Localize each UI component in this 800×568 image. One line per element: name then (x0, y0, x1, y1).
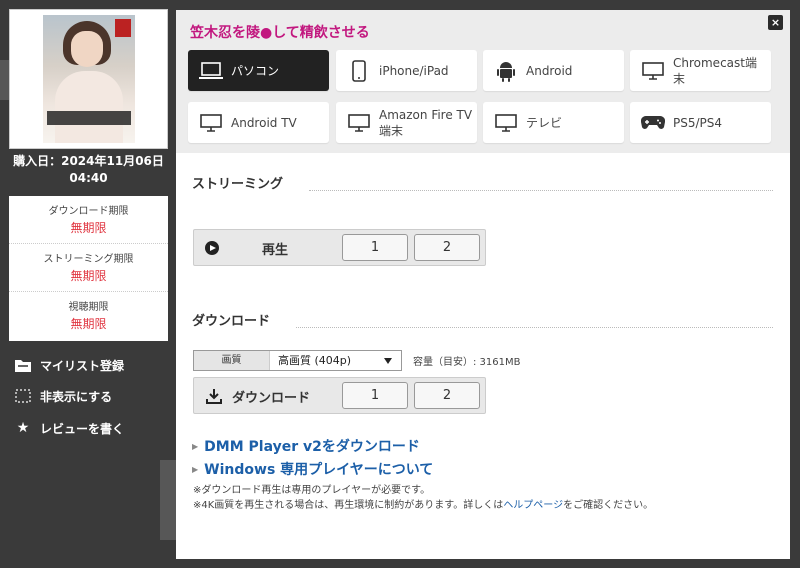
device-label: テレビ (526, 115, 563, 130)
device-tab-fire-tv[interactable]: Amazon Fire TV端末 (336, 102, 477, 143)
stream-part-2-button[interactable]: 2 (414, 234, 480, 261)
stream-part-1-button[interactable]: 1 (342, 234, 408, 261)
download-limit: ダウンロード期限 無期限 (9, 196, 168, 244)
limit-label: ダウンロード期限 (48, 206, 129, 217)
download-part-1-button[interactable]: 1 (342, 382, 408, 409)
download-heading: ダウンロード (192, 314, 271, 329)
stream-play-bar: 再生 1 2 (193, 229, 486, 266)
note-player-required: ※ダウンロード再生は専用のプレイヤーが必要です。 (193, 485, 431, 496)
quality-select[interactable]: 画質 高画質 (404p) (193, 350, 402, 371)
close-button[interactable]: × (768, 15, 783, 30)
quality-value: 高画質 (404p) (278, 354, 352, 367)
monitor-icon (199, 112, 223, 134)
limit-value: 無期限 (70, 221, 107, 235)
gamepad-icon (641, 112, 665, 134)
device-tab-pc[interactable]: パソコン (188, 50, 329, 91)
chevron-down-icon (384, 358, 392, 364)
play-download-modal: 笠木忍を陵●して精飲させる × パソコン iPhone/iPad Android… (176, 10, 790, 559)
device-tab-android-tv[interactable]: Android TV (188, 102, 329, 143)
cover-image (42, 15, 135, 143)
add-to-mylist-link[interactable]: マイリスト登録 (14, 355, 124, 375)
device-label: Android TV (231, 115, 297, 130)
device-label: Amazon Fire TV端末 (379, 107, 473, 138)
device-tab-iphone[interactable]: iPhone/iPad (336, 50, 477, 91)
device-tab-android[interactable]: Android (483, 50, 624, 91)
limit-label: 視聴期限 (68, 302, 109, 313)
dashed-box-icon (14, 388, 32, 404)
device-label: PS5/PS4 (673, 115, 723, 130)
monitor-icon (494, 112, 518, 134)
play-label[interactable]: 再生 (262, 239, 288, 258)
link-text: Windows 専用プレイヤーについて (204, 462, 434, 478)
device-label: iPhone/iPad (379, 63, 449, 78)
section-divider (309, 190, 773, 191)
windows-player-info-link[interactable]: ▶ Windows 専用プレイヤーについて (192, 459, 433, 479)
note-text: ※4K画質を再生される場合は、再生環境に制約があります。詳しくは (193, 500, 504, 511)
star-icon: ★ (16, 420, 30, 436)
note-4k: ※4K画質を再生される場合は、再生環境に制約があります。詳しくはヘルプページをご… (193, 496, 653, 511)
section-divider (296, 327, 773, 328)
dmm-player-download-link[interactable]: ▶ DMM Player v2をダウンロード (192, 436, 420, 456)
download-part-2-button[interactable]: 2 (414, 382, 480, 409)
folder-icon (14, 357, 32, 373)
link-label: 非表示にする (40, 389, 113, 404)
write-review-link[interactable]: ★ レビューを書く (14, 418, 124, 438)
download-label[interactable]: ダウンロード (232, 387, 310, 406)
download-icon (206, 388, 222, 404)
chevron-right-icon: ▶ (192, 441, 199, 451)
limit-value: 無期限 (70, 269, 107, 283)
download-bar: ダウンロード 1 2 (193, 377, 486, 414)
device-tab-ps[interactable]: PS5/PS4 (630, 102, 771, 143)
file-size: 容量（目安）: 3161MB (413, 357, 521, 368)
laptop-icon (199, 60, 223, 82)
hide-item-link[interactable]: 非表示にする (14, 386, 112, 406)
device-label: パソコン (231, 63, 280, 78)
play-icon (205, 241, 219, 255)
link-label: マイリスト登録 (40, 358, 125, 373)
device-tab-tv[interactable]: テレビ (483, 102, 624, 143)
product-cover[interactable] (9, 9, 168, 149)
monitor-icon (641, 60, 665, 82)
device-label: Android (526, 63, 573, 78)
limits-box: ダウンロード期限 無期限 ストリーミング期限 無期限 視聴期限 無期限 (9, 196, 168, 341)
streaming-heading: ストリーミング (192, 177, 284, 192)
monitor-icon (347, 112, 371, 134)
viewing-limit: 視聴期限 無期限 (9, 292, 168, 340)
purchase-date: 購入日：2024年11月06日 04:40 (13, 154, 164, 185)
streaming-limit: ストリーミング期限 無期限 (9, 244, 168, 292)
device-tab-chromecast[interactable]: Chromecast端末 (630, 50, 771, 91)
modal-title: 笠木忍を陵●して精飲させる (190, 25, 370, 41)
device-label: Chromecast端末 (673, 55, 757, 86)
help-page-link[interactable]: ヘルプページ (503, 500, 563, 511)
quality-label: 画質 (194, 351, 270, 370)
chevron-right-icon: ▶ (192, 464, 199, 474)
link-text: DMM Player v2をダウンロード (204, 439, 420, 455)
limit-label: ストリーミング期限 (43, 254, 134, 265)
note-text: をご確認ください。 (563, 500, 654, 511)
limit-value: 無期限 (70, 317, 107, 331)
left-panel: 購入日：2024年11月06日 04:40 ダウンロード期限 無期限 ストリーミ… (0, 0, 176, 568)
phone-icon (347, 59, 371, 82)
android-icon (494, 60, 518, 82)
link-label: レビューを書く (40, 421, 125, 436)
